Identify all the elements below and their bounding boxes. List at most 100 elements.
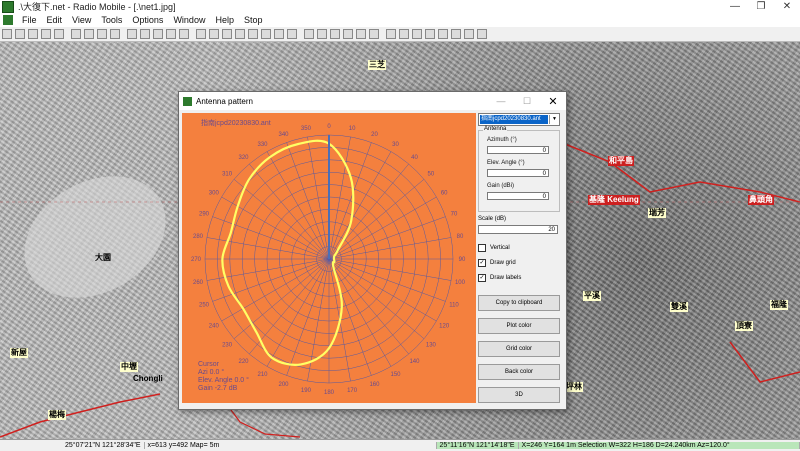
angle-tick-label: 350 [301,126,312,132]
radio-link-icon[interactable] [53,29,64,39]
map-label-shuangxi: 雙溪 [670,302,688,312]
dialog-close-button[interactable]: ✕ [540,95,566,108]
frame-icon[interactable] [303,29,314,39]
merge-icon[interactable] [208,29,219,39]
layer-icon[interactable] [195,29,206,39]
angle-tick-label: 100 [455,280,466,286]
angle-tick-label: 240 [209,324,220,330]
menu-tools[interactable]: Tools [96,15,127,25]
angle-tick-label: 160 [369,382,380,388]
document-icon[interactable] [3,15,13,25]
open-file-icon[interactable] [14,29,25,39]
vertical-checkbox[interactable]: Vertical [478,244,510,252]
scale-field[interactable]: 20 [478,225,558,234]
toolbar [0,27,800,42]
grid-icon[interactable] [234,29,245,39]
angle-tick-label: 60 [441,191,448,197]
status-left-coord: 25°07'21"N 121°28'34"E [62,442,145,449]
antenna-file-select[interactable]: 指南jcpd20230830.ant ▼ [478,113,560,126]
restore-button[interactable]: ❐ [748,1,774,12]
menu-bar: File Edit View Tools Options Window Help… [0,13,800,28]
copy-to-clipboard-button[interactable]: Copy to clipboard [478,295,560,311]
menu-options[interactable]: Options [127,15,168,25]
picture-icon[interactable] [221,29,232,39]
cursor-readout: Cursor Azi 0.0 ° Elev. Angle 0.0 ° Gain … [198,361,249,393]
dialog-minimize-button[interactable]: — [488,96,514,106]
antenna-pattern-curve [221,139,355,366]
map-label-pingxi: 平溪 [583,291,601,301]
plot-color-button[interactable]: Plot color [478,318,560,334]
draw-grid-checkbox-box[interactable]: ✓ [478,259,486,267]
angle-tick-label: 0 [327,124,331,130]
elevation-icon[interactable] [273,29,284,39]
expand-icon[interactable] [342,29,353,39]
menu-help[interactable]: Help [210,15,239,25]
antenna-icon[interactable] [450,29,461,39]
menu-view[interactable]: View [67,15,96,25]
window-icon[interactable] [152,29,163,39]
radio-system-icon[interactable] [385,29,396,39]
angle-tick-label: 20 [371,132,378,138]
status-right-coord: 25°11'16"N 121°14'18"E [436,442,519,449]
antenna-group-title: Antenna [483,126,508,132]
3d-button[interactable]: 3D [478,387,560,403]
angle-tick-label: 330 [257,142,268,148]
menu-stop[interactable]: Stop [239,15,268,25]
cursor-icon[interactable] [316,29,327,39]
paste-icon[interactable] [139,29,150,39]
angle-tick-label: 140 [409,359,420,365]
coverage-icon[interactable] [398,29,409,39]
map-label-bitou-cape: 鼻頭角 [748,195,774,205]
draw-labels-checkbox-box[interactable]: ✓ [478,274,486,282]
print-icon[interactable] [178,29,189,39]
crowd-icon[interactable] [476,29,487,39]
angle-tick-label: 90 [459,257,466,263]
menu-edit[interactable]: Edit [42,15,68,25]
elev-angle-field[interactable]: 0 [487,169,549,177]
angle-tick-label: 80 [457,234,464,240]
window-title: .\大復下.net - Radio Mobile - [.\net1.jpg] [18,2,176,12]
map-label-zhongli: 中壢 [120,362,138,372]
polar-plot-icon[interactable] [411,29,422,39]
cursor-gain: Gain -2.7 dB [198,385,238,392]
zoom-icon[interactable] [109,29,120,39]
globe-icon[interactable] [70,29,81,39]
grid-color-button[interactable]: Grid color [478,341,560,357]
scale-label: Scale (dB) [478,216,507,222]
back-color-button[interactable]: Back color [478,364,560,380]
route-icon[interactable] [424,29,435,39]
copy-icon[interactable] [126,29,137,39]
target-icon[interactable] [247,29,258,39]
draw-labels-checkbox[interactable]: ✓ Draw labels [478,274,521,282]
map-label-ruifang: 瑞芳 [648,208,666,218]
vertical-checkbox-box[interactable] [478,244,486,252]
network-icon[interactable] [40,29,51,39]
shrink-icon[interactable] [355,29,366,39]
azimuth-field[interactable]: 0 [487,146,549,154]
dialog-maximize-button[interactable]: ☐ [514,96,540,107]
map-label-xinwu: 新屋 [10,348,28,358]
map-icon[interactable] [165,29,176,39]
select-icon[interactable] [329,29,340,39]
close-button[interactable]: ✕ [774,1,800,12]
menu-window[interactable]: Window [168,15,210,25]
map-label-dayuan: 大園 [95,253,111,262]
angle-tick-label: 310 [222,172,233,178]
film-icon[interactable] [286,29,297,39]
rainbow-icon[interactable] [260,29,271,39]
gain-field[interactable]: 0 [487,192,549,200]
draw-grid-label: Draw grid [490,260,516,266]
save-icon[interactable] [27,29,38,39]
open-folder-icon[interactable] [1,29,12,39]
draw-grid-checkbox[interactable]: ✓ Draw grid [478,259,516,267]
menu-file[interactable]: File [17,15,42,25]
terrain-icon[interactable] [437,29,448,39]
arrow-right-icon[interactable] [96,29,107,39]
flag-icon[interactable] [463,29,474,39]
antenna-pattern-plot[interactable]: 0 10 20 30 40 50 60 70 80 90 100 110 120 130 140 150 160… [182,113,476,403]
chevron-down-icon[interactable]: ▼ [549,115,559,124]
map-label-sanzhi: 三芝 [368,60,386,70]
minimize-button[interactable]: — [722,1,748,12]
arrow-left-icon[interactable] [83,29,94,39]
cross-icon[interactable] [368,29,379,39]
